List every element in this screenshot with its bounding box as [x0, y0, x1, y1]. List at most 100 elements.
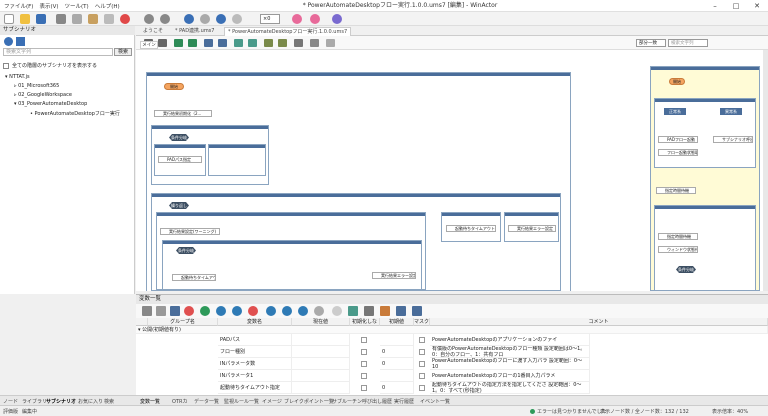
filter-icon[interactable]: [332, 306, 342, 316]
no-init-checkbox[interactable]: [361, 373, 367, 379]
move-up-icon[interactable]: [216, 306, 226, 316]
header-comment[interactable]: コメント: [430, 318, 768, 326]
close-button[interactable]: ✕: [747, 0, 767, 12]
tab-favorites[interactable]: お気に入り: [78, 398, 103, 405]
menu-file[interactable]: ファイル(F): [4, 2, 33, 10]
mask-checkbox[interactable]: [419, 349, 425, 355]
var-init[interactable]: 0: [380, 346, 414, 358]
node-flow-status[interactable]: フロー起動状態取得: [658, 149, 698, 156]
check-icon[interactable]: [310, 39, 319, 47]
node-timeout[interactable]: 起動待ちタイムアウト: [172, 274, 216, 281]
tab-call-history[interactable]: 呼び出し履歴: [362, 398, 392, 405]
redo-icon[interactable]: [160, 14, 170, 24]
tree-item-root[interactable]: ▾ NTTAT.js: [5, 74, 30, 80]
group-row[interactable]: ▾ 公開(初期値有り): [136, 326, 768, 334]
canvas-scrollbar[interactable]: [763, 50, 768, 291]
var-value[interactable]: [292, 346, 350, 358]
condition-diamond-right[interactable]: 条件分岐: [676, 266, 696, 273]
show-all-checkbox[interactable]: [3, 62, 9, 69]
var-comment[interactable]: 有償版のPowerAutomateDesktopのフロー種類 設定範囲は0〜1。…: [430, 346, 590, 358]
node-subscenario-call[interactable]: サブシナリオ呼出: [713, 136, 753, 143]
canvas-search-input[interactable]: 検索文字列: [668, 39, 708, 47]
tab-subscenario[interactable]: サブシナリオ: [46, 398, 76, 405]
remove-icon[interactable]: [248, 306, 258, 316]
export-icon[interactable]: [16, 37, 25, 46]
menu-tools[interactable]: ツール(T): [65, 2, 89, 10]
var-init[interactable]: [380, 334, 414, 346]
layout-icon[interactable]: [218, 39, 227, 47]
header-no-init[interactable]: 初期化しない: [350, 318, 380, 333]
tree-item-microsoft365[interactable]: ▹ 01_Microsoft365: [14, 83, 59, 89]
ungroup-icon[interactable]: [188, 39, 197, 47]
edit-vars-icon[interactable]: [412, 306, 422, 316]
collapse-icon[interactable]: [234, 39, 243, 47]
no-init-checkbox[interactable]: [361, 337, 367, 343]
header-group[interactable]: グループ名: [148, 318, 218, 326]
var-name[interactable]: フロー種別: [218, 346, 292, 358]
mask-checkbox[interactable]: [419, 337, 425, 343]
var-init[interactable]: 0: [380, 358, 414, 370]
start-node[interactable]: 開始: [164, 83, 184, 90]
group-up-icon[interactable]: [282, 306, 292, 316]
step-icon[interactable]: [216, 14, 226, 24]
condition-diamond-2[interactable]: 条件分岐: [176, 247, 196, 254]
tab-ocr[interactable]: OTRカ: [172, 398, 187, 405]
node-error-result-2[interactable]: 実行結果エラー設定: [508, 225, 556, 232]
node-error-result[interactable]: 実行結果エラー設定: [372, 272, 416, 279]
grid-view-icon[interactable]: [142, 306, 152, 316]
copy-icon[interactable]: [72, 14, 82, 24]
match-select[interactable]: 部分一致: [636, 39, 666, 47]
tab-image[interactable]: イメージ: [262, 398, 282, 405]
clear-icon[interactable]: [380, 306, 390, 316]
mask-checkbox[interactable]: [419, 361, 425, 367]
mask-checkbox[interactable]: [419, 385, 425, 391]
var-comment[interactable]: PowerAutomateDesktopのフローの1番目入力パラメ: [430, 370, 590, 382]
var-name[interactable]: INパラメータ1: [218, 370, 292, 382]
var-value[interactable]: [292, 370, 350, 382]
delete-icon[interactable]: [120, 14, 130, 24]
var-value[interactable]: [292, 334, 350, 346]
no-init-checkbox[interactable]: [361, 349, 367, 355]
grid-icon[interactable]: [294, 39, 303, 47]
new-file-icon[interactable]: [4, 14, 14, 24]
search-icon[interactable]: [156, 306, 166, 316]
refresh-icon[interactable]: [4, 37, 13, 46]
header-value[interactable]: 現在値: [292, 318, 350, 326]
delete-var-icon[interactable]: [184, 306, 194, 316]
var-comment[interactable]: 起動待ちタイムアウトの指定方法を指定してくださ 設定範囲：0〜1。0：すべて(秒…: [430, 382, 590, 394]
record-option-icon[interactable]: [310, 14, 320, 24]
start-node-right[interactable]: 開始: [669, 78, 685, 85]
pause-icon[interactable]: [200, 14, 210, 24]
add-group-icon[interactable]: [266, 306, 276, 316]
settings-icon[interactable]: [264, 39, 273, 47]
show-all-row[interactable]: 全ての階層のサブシナリオを表示する: [3, 62, 97, 69]
search-button[interactable]: 検索: [114, 48, 132, 56]
maximize-button[interactable]: □: [726, 0, 746, 12]
undo-icon[interactable]: [144, 14, 154, 24]
flowchart-canvas[interactable]: 開始 実行結果初期化（2... 条件分岐 PADパス指定 繰り返し 実行結果設定…: [136, 50, 763, 291]
speed-select[interactable]: ×0: [260, 14, 280, 24]
minimize-button[interactable]: –: [705, 0, 725, 12]
mask-checkbox[interactable]: [419, 373, 425, 379]
tab-library[interactable]: ライブラリ: [22, 398, 47, 405]
run-icon[interactable]: [184, 14, 194, 24]
var-name[interactable]: PADパス: [218, 334, 292, 346]
node-pad-launch[interactable]: PADフロー起動: [658, 136, 698, 143]
property-icon[interactable]: [278, 39, 287, 47]
tab-breakpoints[interactable]: ブレイクポイント一覧: [284, 398, 334, 405]
header-init[interactable]: 初期値: [380, 318, 414, 326]
stop-icon[interactable]: [232, 14, 242, 24]
view-options-icon[interactable]: [364, 306, 374, 316]
menu-help[interactable]: ヘルプ(H): [95, 2, 120, 10]
header-mask[interactable]: マスク: [414, 318, 430, 326]
add-var-icon[interactable]: [200, 306, 210, 316]
condition-diamond-1[interactable]: 条件分岐: [169, 134, 189, 141]
node-init-result[interactable]: 実行結果初期化（2...: [154, 110, 212, 117]
var-value[interactable]: [292, 358, 350, 370]
import-icon[interactable]: [170, 306, 180, 316]
node-window-wait[interactable]: ウィンドウ状態待機: [658, 246, 698, 253]
no-init-checkbox[interactable]: [361, 361, 367, 367]
find-icon[interactable]: [104, 14, 114, 24]
save-icon[interactable]: [36, 14, 46, 24]
node-wait-time-2[interactable]: 指定時間待機: [658, 233, 698, 240]
